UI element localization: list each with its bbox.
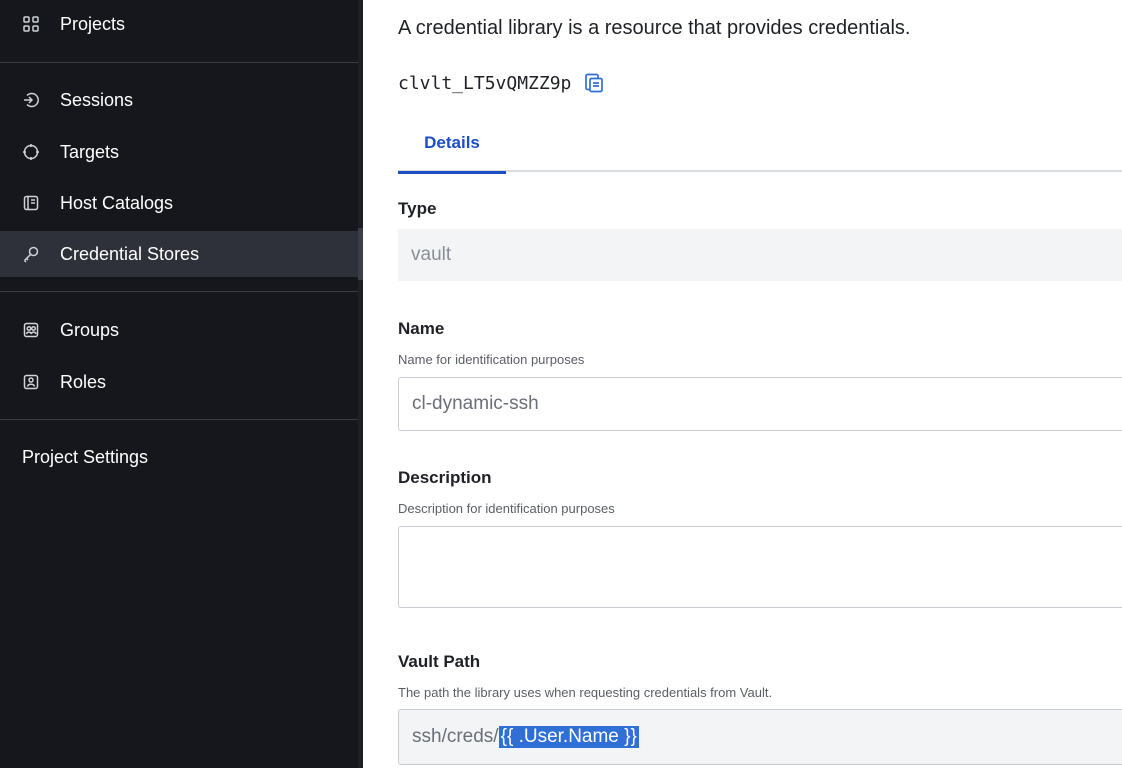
key-icon [20,243,42,265]
description-helper-text: Description for identification purposes [398,501,615,516]
resource-id-value: clvlt_LT5vQMZZ9p [398,72,572,94]
sidebar-item-project-settings[interactable]: Project Settings [22,447,148,468]
grid-icon [20,13,42,35]
sidebar-item-label: Sessions [60,89,134,110]
sidebar-item-label: Host Catalogs [60,192,174,213]
name-label: Name [398,319,445,338]
sidebar-item-roles[interactable]: Roles [0,359,358,405]
roles-icon [20,371,42,393]
sidebar-divider [0,62,363,63]
sidebar-item-targets[interactable]: Targets [0,129,358,175]
main-content: A credential library is a resource that … [363,0,1122,768]
sidebar-item-label: Groups [60,319,120,340]
name-input[interactable]: cl-dynamic-ssh [398,377,1122,431]
sidebar-item-groups[interactable]: Groups [0,307,358,353]
session-icon [20,89,42,111]
sidebar-divider [0,291,363,292]
sidebar-item-label: Targets [60,141,120,162]
copy-icon[interactable] [583,72,605,94]
sidebar-item-label: Roles [60,371,107,392]
page-description: A credential library is a resource that … [398,17,911,39]
tab-bar: Details [398,114,1122,174]
sidebar-item-projects[interactable]: Projects [0,1,358,47]
sidebar: Projects Sessions Targets Host Catalogs … [0,0,363,768]
vault-path-helper-text: The path the library uses when requestin… [398,685,773,700]
sidebar-item-host-catalogs[interactable]: Host Catalogs [0,180,358,226]
tab-details[interactable]: Details [398,114,506,174]
sidebar-divider [0,419,363,420]
type-label: Type [398,199,437,218]
resource-id: clvlt_LT5vQMZZ9p [398,72,605,94]
vault-path-input[interactable]: ssh/creds/{{ .User.Name }} [398,709,1122,765]
sidebar-item-sessions[interactable]: Sessions [0,77,358,123]
description-label: Description [398,468,492,487]
type-value: vault [398,229,1122,281]
host-catalog-icon [20,192,42,214]
vault-path-label: Vault Path [398,652,481,671]
sidebar-item-credential-stores[interactable]: Credential Stores [0,231,358,277]
vault-path-selected-text: {{ .User.Name }} [498,726,639,748]
sidebar-item-label: Credential Stores [60,243,200,264]
description-textarea[interactable] [398,526,1122,608]
name-helper-text: Name for identification purposes [398,352,585,367]
sidebar-item-label: Projects [60,13,126,34]
name-input-value: cl-dynamic-ssh [412,393,539,414]
groups-icon [20,319,42,341]
vault-path-prefix: ssh/creds/ [412,726,499,747]
target-icon [20,141,42,163]
